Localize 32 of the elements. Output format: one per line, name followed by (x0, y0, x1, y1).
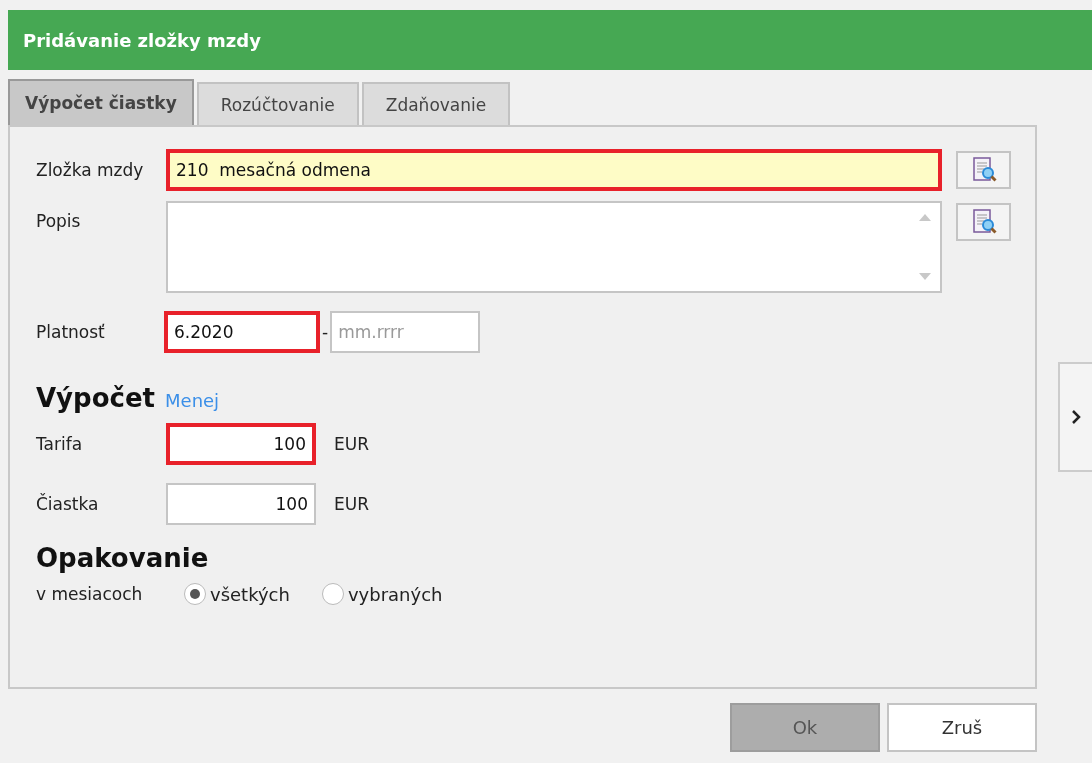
field-label: Platnosť (36, 322, 106, 342)
amount-field[interactable]: 100 (166, 423, 316, 465)
currency-label: EUR (334, 434, 369, 454)
section-heading: Výpočet (36, 383, 156, 413)
field-label: Tarifa (36, 434, 84, 454)
field-label: v mesiacoch (36, 584, 144, 604)
date-to-field[interactable]: mm.rrrr (330, 311, 481, 353)
range-separator: - (322, 322, 329, 342)
tab[interactable]: Zdaňovanie (361, 82, 511, 125)
dialog-button[interactable]: Zruš (887, 703, 1037, 752)
currency-label: EUR (334, 494, 369, 514)
amount-field[interactable]: 100 (166, 483, 316, 525)
field-label: Čiastka (36, 494, 100, 514)
radio-selected-icon[interactable] (184, 583, 206, 605)
radio-option[interactable]: vybraných (321, 583, 443, 605)
scroll-up-icon[interactable] (919, 213, 931, 221)
lookup-button[interactable] (956, 151, 1011, 189)
lookup-button[interactable] (956, 203, 1011, 241)
wage-component-field[interactable]: 210 mesačná odmena (166, 149, 942, 191)
section-heading: Opakovanie (36, 543, 209, 573)
radio-empty-icon[interactable] (321, 583, 344, 605)
field-label: Popis (36, 211, 82, 231)
window-title: Pridávanie zložky mzdy (23, 29, 261, 51)
field-label: Zložka mzdy (36, 160, 145, 180)
date-from-field[interactable]: 6.2020 (164, 311, 320, 353)
chevron-right-icon (1071, 409, 1081, 425)
expand-panel-button[interactable] (1058, 362, 1092, 472)
tab[interactable]: Rozúčtovanie (196, 82, 359, 125)
description-field[interactable] (166, 201, 942, 293)
tab[interactable]: Výpočet čiastky (8, 79, 194, 125)
scroll-down-icon[interactable] (919, 273, 931, 281)
radio-option[interactable]: všetkých (184, 583, 290, 605)
